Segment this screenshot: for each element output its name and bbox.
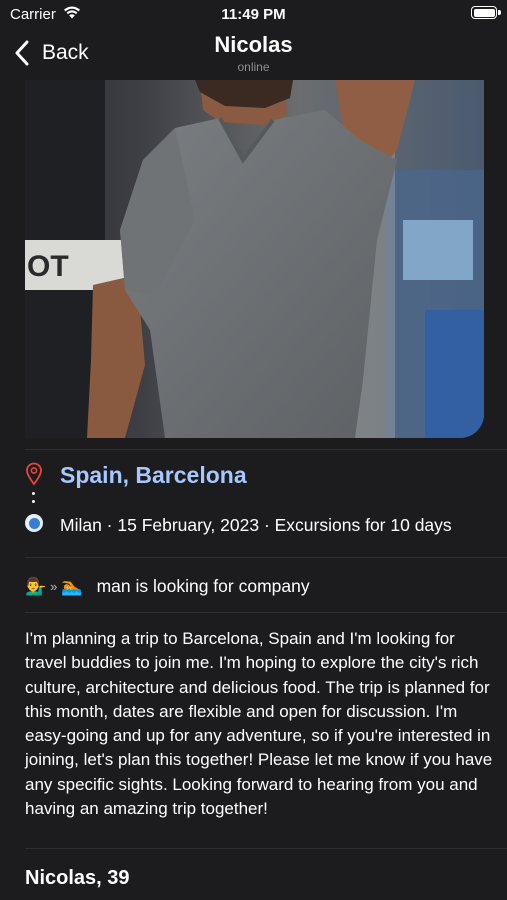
trip-description: I'm planning a trip to Barcelona, Spain … xyxy=(25,629,493,819)
divider xyxy=(25,449,507,450)
navigation-bar: Back Nicolas online xyxy=(0,28,507,80)
map-pin-icon xyxy=(26,462,42,486)
page-title: Nicolas xyxy=(214,32,293,57)
divider xyxy=(25,848,507,849)
origin-details: Milan · 15 February, 2023 · Excursions f… xyxy=(60,515,452,535)
status-bar: Carrier 11:49 PM xyxy=(0,0,507,28)
pool-group-icon: 🏊 xyxy=(61,576,83,596)
divider xyxy=(25,612,507,613)
trip-route: Spain, Barcelona Milan · 15 February, 20… xyxy=(25,458,495,548)
svg-text:OT: OT xyxy=(27,250,69,283)
battery-icon xyxy=(471,6,501,19)
clock: 11:49 PM xyxy=(221,6,286,23)
profile-name-age: Nicolas, 39 xyxy=(25,867,130,889)
origin-dot-icon xyxy=(25,514,43,532)
route-dots xyxy=(32,492,36,508)
divider xyxy=(25,557,507,558)
company-row: 💁‍♂️ » 🏊 man is looking for company xyxy=(25,572,310,600)
person-icon: 💁‍♂️ xyxy=(25,576,47,596)
profile-photo[interactable]: OT xyxy=(25,80,484,438)
destination-label[interactable]: Spain, Barcelona xyxy=(60,462,247,489)
company-label: man is looking for company xyxy=(96,575,310,596)
online-status: online xyxy=(237,60,270,74)
company-separator: » xyxy=(50,578,58,594)
